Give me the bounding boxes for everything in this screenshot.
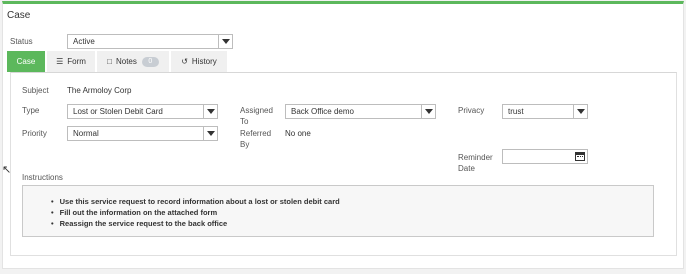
assigned-to-label-line2: To bbox=[240, 117, 249, 126]
referred-by-label-line1: Referred bbox=[240, 129, 272, 138]
instruction-item: Fill out the information on the attached… bbox=[51, 207, 340, 218]
assigned-to-value: Back Office demo bbox=[291, 107, 354, 116]
tab-notes[interactable]: □ Notes 0 bbox=[97, 51, 169, 72]
subject-value: The Armoloy Corp bbox=[67, 86, 132, 95]
status-value: Active bbox=[73, 37, 95, 46]
privacy-select[interactable]: trust bbox=[502, 104, 588, 119]
privacy-label: Privacy bbox=[458, 106, 485, 115]
reminder-date-label-line1: Reminder bbox=[458, 153, 493, 162]
reminder-date-input[interactable] bbox=[502, 149, 588, 164]
list-icon: ☰ bbox=[56, 57, 64, 66]
status-select[interactable]: Active bbox=[67, 34, 233, 49]
reminder-date-label-line2: Date bbox=[458, 164, 475, 173]
instructions-label: Instructions bbox=[22, 173, 63, 182]
chevron-down-icon[interactable] bbox=[203, 127, 217, 140]
instructions-box: Use this service request to record infor… bbox=[22, 185, 654, 237]
instructions-list: Use this service request to record infor… bbox=[51, 196, 340, 229]
tab-history-label: History bbox=[191, 57, 217, 66]
referred-by-label-line2: By bbox=[240, 140, 250, 149]
calendar-icon[interactable] bbox=[575, 152, 585, 161]
type-label: Type bbox=[22, 106, 40, 115]
tab-notes-label: Notes bbox=[115, 57, 137, 66]
status-label: Status bbox=[10, 37, 33, 46]
assigned-to-label-line1: Assigned bbox=[240, 106, 273, 115]
instruction-item: Use this service request to record infor… bbox=[51, 196, 340, 207]
tab-form-label: Form bbox=[67, 57, 86, 66]
tab-form[interactable]: ☰ Form bbox=[47, 51, 95, 72]
panel-title: Case bbox=[7, 10, 31, 21]
chevron-down-icon[interactable] bbox=[573, 105, 587, 118]
referred-by-value: No one bbox=[285, 129, 311, 138]
tab-case-label: Case bbox=[16, 57, 36, 66]
mouse-cursor-icon: ↖ bbox=[2, 164, 12, 176]
priority-value: Normal bbox=[73, 129, 99, 138]
assigned-to-select[interactable]: Back Office demo bbox=[285, 104, 436, 119]
tab-case[interactable]: Case bbox=[7, 51, 45, 72]
chevron-down-icon[interactable] bbox=[203, 105, 217, 118]
note-icon: □ bbox=[107, 57, 112, 66]
tab-history[interactable]: ↺ History bbox=[171, 51, 227, 72]
instruction-item: Reassign the service request to the back… bbox=[51, 218, 340, 229]
chevron-down-icon[interactable] bbox=[218, 35, 232, 48]
priority-select[interactable]: Normal bbox=[67, 126, 218, 141]
type-select[interactable]: Lost or Stolen Debit Card bbox=[67, 104, 218, 119]
privacy-value: trust bbox=[508, 107, 524, 116]
notes-count-badge: 0 bbox=[141, 56, 159, 67]
history-icon: ↺ bbox=[181, 57, 188, 66]
subject-label: Subject bbox=[22, 86, 49, 95]
chevron-down-icon[interactable] bbox=[421, 105, 435, 118]
priority-label: Priority bbox=[22, 129, 47, 138]
type-value: Lost or Stolen Debit Card bbox=[73, 107, 163, 116]
